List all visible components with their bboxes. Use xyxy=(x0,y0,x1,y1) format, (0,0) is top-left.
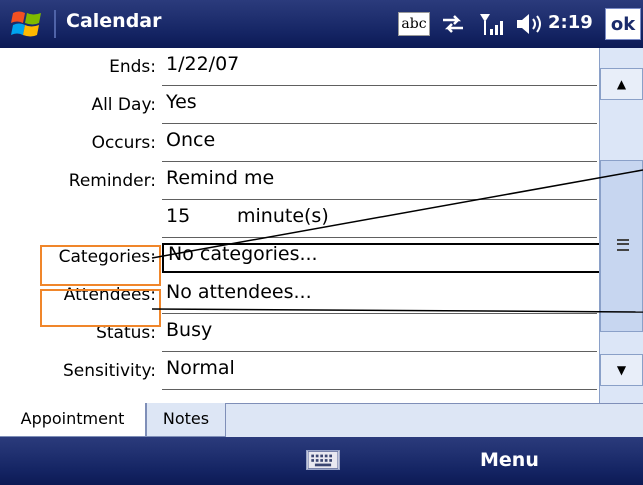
title-bar: Calendar abc 2:19 ok xyxy=(0,0,643,48)
reminder-minutes-row[interactable]: 15 minute(s) xyxy=(0,200,599,238)
tab-appointment[interactable]: Appointment xyxy=(0,403,146,437)
windows-start-icon[interactable] xyxy=(10,8,44,40)
scroll-down-arrow-icon[interactable]: ▼ xyxy=(600,354,643,386)
sensitivity-label: Sensitivity: xyxy=(63,361,156,381)
ok-button[interactable]: ok xyxy=(605,8,641,40)
reminder-row[interactable]: Reminder: Remind me xyxy=(0,162,599,200)
app-title: Calendar xyxy=(66,10,162,32)
keyboard-abc-icon[interactable]: abc xyxy=(398,12,430,36)
ends-value[interactable]: 1/22/07 xyxy=(166,53,239,75)
reminder-value[interactable]: Remind me xyxy=(166,167,274,189)
volume-icon[interactable] xyxy=(515,11,545,37)
scroll-grip-icon xyxy=(617,239,629,251)
reminder-minutes-value[interactable]: 15 xyxy=(166,205,190,227)
attendees-highlight-box xyxy=(40,289,161,327)
ends-row[interactable]: Ends: 1/22/07 xyxy=(0,48,599,86)
clock[interactable]: 2:19 xyxy=(548,12,593,33)
tab-notes[interactable]: Notes xyxy=(146,403,226,437)
all-day-label: All Day: xyxy=(91,95,156,115)
appointment-form: Ends: 1/22/07 All Day: Yes Occurs: Once … xyxy=(0,48,636,403)
occurs-label: Occurs: xyxy=(91,133,156,153)
categories-highlight-box xyxy=(40,245,161,286)
field-underline xyxy=(162,389,597,390)
occurs-row[interactable]: Occurs: Once xyxy=(0,124,599,162)
status-value[interactable]: Busy xyxy=(166,319,212,341)
signal-strength-icon[interactable] xyxy=(478,11,504,37)
categories-value[interactable]: No categories... xyxy=(168,243,318,265)
all-day-row[interactable]: All Day: Yes xyxy=(0,86,599,124)
all-day-value[interactable]: Yes xyxy=(166,91,197,113)
scrollbar-thumb[interactable] xyxy=(600,160,643,332)
sensitivity-row[interactable]: Sensitivity: Normal xyxy=(0,352,599,390)
reminder-minutes-unit: minute(s) xyxy=(237,205,329,227)
reminder-label: Reminder: xyxy=(68,171,156,191)
scroll-up-arrow-icon[interactable]: ▲ xyxy=(600,68,643,100)
sync-arrows-icon[interactable] xyxy=(440,12,466,36)
tab-strip: Appointment Notes xyxy=(0,403,643,437)
vertical-scrollbar[interactable]: ▲ ▼ xyxy=(599,48,643,403)
title-separator xyxy=(54,10,56,38)
occurs-value[interactable]: Once xyxy=(166,129,215,151)
sensitivity-value[interactable]: Normal xyxy=(166,357,235,379)
attendees-value[interactable]: No attendees... xyxy=(166,281,312,303)
menu-softkey[interactable]: Menu xyxy=(480,449,539,471)
softkey-bar: Menu xyxy=(0,437,643,485)
keyboard-icon[interactable] xyxy=(306,450,340,470)
ends-label: Ends: xyxy=(109,57,156,77)
